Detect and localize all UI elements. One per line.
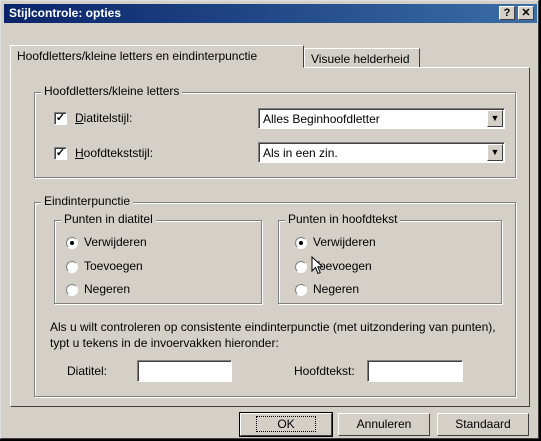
diatitel-style-value: Alles Beginhoofdletter <box>263 112 380 126</box>
hoofdtekst-style-value: Als in een zin. <box>263 146 338 160</box>
body-ignore-radio[interactable] <box>295 284 307 296</box>
tab-panel: Hoofdletters/kleine letters ✓ Diatitelst… <box>10 67 530 407</box>
hoofdtekst-label: Hoofdtekststijl: <box>75 146 154 160</box>
slide-title-add-label: Toevoegen <box>84 259 143 273</box>
diatitel-chars-input[interactable] <box>137 360 232 382</box>
tab-visual-clarity[interactable]: Visuele helderheid <box>304 48 420 68</box>
diatitel-checkbox[interactable]: ✓ <box>54 112 67 125</box>
ok-button[interactable]: OK <box>239 412 333 437</box>
body-remove-radio[interactable] <box>295 237 307 249</box>
dialog-window: Stijlcontrole: opties ? ✕ Hoofdletters/k… <box>0 0 539 439</box>
slide-title-ignore-radio[interactable] <box>66 284 78 296</box>
punctuation-group-title: Eindinterpunctie <box>41 194 134 208</box>
body-add-radio[interactable] <box>295 261 307 273</box>
help-button[interactable]: ? <box>499 6 515 20</box>
tab-case-punctuation[interactable]: Hoofdletters/kleine letters en eindinter… <box>10 45 304 68</box>
case-group <box>34 92 516 178</box>
ok-button-label: OK <box>256 416 316 432</box>
instructions-text: Als u wilt controleren op consistente ei… <box>50 320 496 350</box>
hoofdtekst-checkbox[interactable]: ✓ <box>54 147 67 160</box>
diatitel-style-select[interactable]: Alles Beginhoofdletter ▼ <box>258 108 505 129</box>
diatitel-label: Diatitelstijl: <box>75 111 133 125</box>
case-group-title: Hoofdletters/kleine letters <box>41 84 183 98</box>
slide-title-group-title: Punten in diatitel <box>61 212 156 226</box>
slide-title-ignore-label: Negeren <box>84 282 131 296</box>
window-title: Stijlcontrole: opties <box>9 6 122 20</box>
title-bar[interactable]: Stijlcontrole: opties ? ✕ <box>4 4 537 23</box>
diatitel-chars-label: Diatitel: <box>67 364 108 378</box>
chevron-down-icon[interactable]: ▼ <box>487 144 503 161</box>
cancel-button[interactable]: Annuleren <box>338 413 430 436</box>
slide-title-remove-label: Verwijderen <box>84 235 147 249</box>
close-button[interactable]: ✕ <box>518 6 534 20</box>
slide-title-add-radio[interactable] <box>66 261 78 273</box>
default-button[interactable]: Standaard <box>437 413 529 436</box>
hoofdtekst-chars-input[interactable] <box>367 360 463 382</box>
body-remove-label: Verwijderen <box>313 235 376 249</box>
mouse-pointer-icon <box>311 256 324 275</box>
chevron-down-icon[interactable]: ▼ <box>487 110 503 127</box>
body-text-group-title: Punten in hoofdtekst <box>285 212 401 226</box>
hoofdtekst-style-select[interactable]: Als in een zin. ▼ <box>258 142 505 163</box>
body-ignore-label: Negeren <box>313 282 360 296</box>
hoofdtekst-chars-label: Hoofdtekst: <box>294 364 355 378</box>
slide-title-remove-radio[interactable] <box>66 237 78 249</box>
